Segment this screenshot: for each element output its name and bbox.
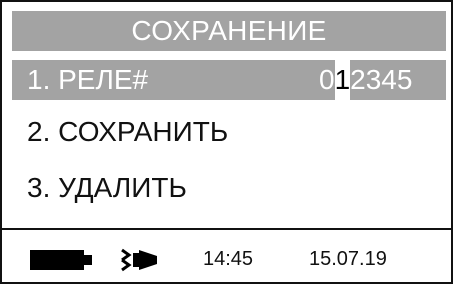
menu-item-delete-label: 3. УДАЛИТЬ <box>27 172 187 203</box>
clock-date: 15.07.19 <box>309 248 387 270</box>
clock-time: 14:45 <box>203 248 254 270</box>
menu-item-save[interactable]: 2. СОХРАНИТЬ <box>12 112 446 152</box>
screen-title: СОХРАНЕНИЕ <box>12 11 446 51</box>
menu-item-save-label: 2. СОХРАНИТЬ <box>27 116 229 147</box>
relay-number-field[interactable]: 0 1 2345 <box>319 60 412 100</box>
relay-number-cursor-digit[interactable]: 1 <box>334 60 351 100</box>
menu-item-relay-label: 1. РЕЛЕ# <box>27 64 149 95</box>
relay-number-suffix: 2345 <box>350 64 413 95</box>
plug-icon <box>120 247 160 273</box>
status-bar: 14:45 15.07.19 <box>0 230 453 284</box>
relay-number-prefix: 0 <box>319 64 335 95</box>
battery-icon <box>30 250 92 270</box>
menu-item-relay[interactable]: 1. РЕЛЕ# 0 1 2345 <box>12 60 446 100</box>
menu-item-delete[interactable]: 3. УДАЛИТЬ <box>12 168 446 208</box>
